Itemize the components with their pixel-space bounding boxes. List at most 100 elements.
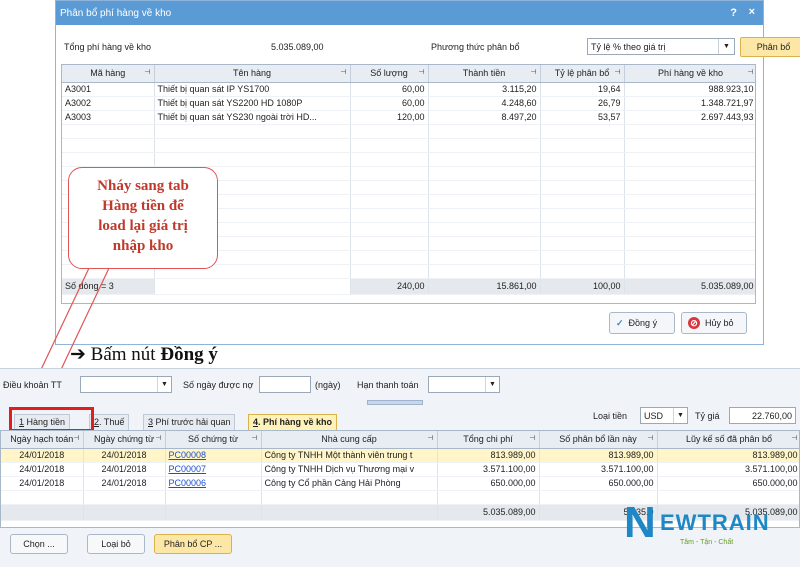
table-row[interactable]: 24/01/2018 24/01/2018 PC00006 Công ty Cổ… <box>1 476 799 491</box>
col-header[interactable]: Ngày chứng từ ⊣ <box>83 431 166 449</box>
callout-box: Nháy sang tab Hàng tiền để load lại giá … <box>68 167 218 269</box>
days-label: Số ngày được nợ <box>183 380 254 390</box>
cell-post-date: 24/01/2018 <box>1 476 84 491</box>
cell-total: 3.571.100,00 <box>437 462 540 477</box>
table-row[interactable]: A3001 Thiết bị quan sát IP YS1700 60,00 … <box>62 82 755 97</box>
cell-doc-date: 24/01/2018 <box>83 476 166 491</box>
table-row[interactable]: 24/01/2018 24/01/2018 PC00007 Công ty TN… <box>1 462 799 477</box>
cancel-button[interactable]: ⊘ Hủy bỏ <box>681 312 747 334</box>
total-cost-label: Tổng phí hàng về kho <box>64 42 152 52</box>
col-header[interactable]: Phí hàng về kho ⊣ <box>624 65 755 83</box>
cell-doc-no[interactable]: PC00007 <box>165 462 262 477</box>
currency-label: Loại tiền <box>593 411 628 421</box>
col-header[interactable]: Ngày hạch toán ⊣ <box>1 431 84 449</box>
close-icon[interactable]: × <box>749 6 755 18</box>
cell-doc-date: 24/01/2018 <box>83 448 166 463</box>
pin-icon[interactable]: ⊣ <box>340 68 346 76</box>
col-header[interactable]: Số lượng ⊣ <box>350 65 429 83</box>
splitter-handle[interactable] <box>367 400 423 405</box>
empty-row <box>62 124 755 139</box>
pin-icon[interactable]: ⊣ <box>73 434 79 442</box>
tab-pre-customs-fee[interactable]: 3 Phí trước hải quan <box>143 414 236 430</box>
col-header[interactable]: Tỷ lệ phân bổ ⊣ <box>540 65 625 83</box>
tab-highlight <box>9 407 94 432</box>
footer-ratio: 100,00 <box>540 277 625 295</box>
col-header[interactable]: Số chứng từ ⊣ <box>165 431 262 449</box>
cell-qty: 120,00 <box>350 110 429 125</box>
cell-ratio: 53,57 <box>540 110 625 125</box>
cell-ratio: 19,64 <box>540 82 625 97</box>
cell-alloc[interactable]: 813.989,00 <box>539 448 658 463</box>
table-row[interactable]: A3002 Thiết bị quan sát YS2200 HD 1080P … <box>62 96 755 111</box>
method-value: Tỷ lệ % theo giá trị <box>591 42 666 52</box>
table-row[interactable]: A3003 Thiết bị quan sát YS230 ngoài trời… <box>62 110 755 125</box>
cell-doc-date: 24/01/2018 <box>83 462 166 477</box>
days-input[interactable] <box>259 376 311 393</box>
due-date-input[interactable]: ▼ <box>428 376 500 393</box>
cell-name: Thiết bị quan sát YS2200 HD 1080P <box>154 96 351 111</box>
arrow-icon: ➔ <box>70 344 86 365</box>
col-header[interactable]: Nhà cung cấp ⊣ <box>261 431 438 449</box>
pin-icon[interactable]: ⊣ <box>427 434 433 442</box>
check-icon: ✓ <box>616 318 624 328</box>
method-select[interactable]: Tỷ lệ % theo giá trị ▼ <box>587 38 735 55</box>
dialog-title: Phân bổ phí hàng về kho <box>56 1 763 25</box>
chevron-down-icon[interactable]: ▼ <box>718 39 734 54</box>
allocate-button[interactable]: Phân bổ <box>740 37 800 57</box>
col-header[interactable]: Lũy kế số đã phân bổ ⊣ <box>657 431 799 449</box>
chevron-down-icon[interactable]: ▼ <box>157 377 171 392</box>
footer-cell <box>154 277 351 295</box>
pin-icon[interactable]: ⊣ <box>647 434 653 442</box>
row-count: Số dòng = 3 <box>62 277 155 295</box>
pin-icon[interactable]: ⊣ <box>530 68 536 76</box>
grid-footer: Số dòng = 3 240,00 15.861,00 100,00 5.03… <box>62 277 755 295</box>
pin-icon[interactable]: ⊣ <box>144 68 150 76</box>
table-row[interactable]: 24/01/2018 24/01/2018 PC00008 Công ty TN… <box>1 448 799 463</box>
tab-tax[interactable]: 2. Thuế <box>89 414 130 430</box>
cell-total: 813.989,00 <box>437 448 540 463</box>
cell-name: Thiết bị quan sát YS230 ngoài trời HD... <box>154 110 351 125</box>
chevron-down-icon[interactable]: ▼ <box>485 377 499 392</box>
col-header[interactable]: Số phân bổ lần này ⊣ <box>539 431 658 449</box>
allocate-cost-button[interactable]: Phân bổ CP ... <box>154 534 232 554</box>
pin-icon[interactable]: ⊣ <box>251 434 257 442</box>
pin-icon[interactable]: ⊣ <box>614 68 620 76</box>
empty-row <box>62 152 755 167</box>
cell-amount: 4.248,60 <box>428 96 541 111</box>
rate-input[interactable]: 22.760,00 <box>729 407 796 424</box>
col-header[interactable]: Thành tiền ⊣ <box>428 65 541 83</box>
col-header[interactable]: Tên hàng ⊣ <box>154 65 351 83</box>
footer-total: 5.035.089,00 <box>437 503 540 521</box>
ok-button[interactable]: ✓ Đồng ý <box>609 312 675 334</box>
pin-icon[interactable]: ⊣ <box>747 68 753 76</box>
remove-button[interactable]: Loại bỏ <box>87 534 145 554</box>
currency-select[interactable]: USD ▼ <box>640 407 688 424</box>
cell-fee: 988.923,10 <box>624 82 755 97</box>
terms-select[interactable]: ▼ <box>80 376 172 393</box>
col-header[interactable]: Tổng chi phí ⊣ <box>437 431 540 449</box>
choose-button[interactable]: Chọn ... <box>10 534 68 554</box>
empty-row <box>62 138 755 153</box>
cell-doc-no[interactable]: PC00006 <box>165 476 262 491</box>
chevron-down-icon[interactable]: ▼ <box>673 408 687 423</box>
pin-icon[interactable]: ⊣ <box>418 68 424 76</box>
cell-post-date: 24/01/2018 <box>1 462 84 477</box>
tab-warehouse-fee[interactable]: 4. Phí hàng về kho <box>248 414 338 430</box>
logo-text: EWTRAIN <box>660 510 770 535</box>
cell-doc-no[interactable]: PC00008 <box>165 448 262 463</box>
help-icon[interactable]: ? <box>730 7 737 19</box>
footer-cell <box>1 503 84 521</box>
cell-alloc[interactable]: 650.000,00 <box>539 476 658 491</box>
rate-label: Tỷ giá <box>695 411 720 421</box>
cell-code: A3001 <box>62 82 155 97</box>
pin-icon[interactable]: ⊣ <box>529 434 535 442</box>
pin-icon[interactable]: ⊣ <box>155 434 161 442</box>
cell-cumulative: 650.000,00 <box>657 476 799 491</box>
logo-letter: N <box>624 498 656 547</box>
pin-icon[interactable]: ⊣ <box>791 434 797 442</box>
footer-fee: 5.035.089,00 <box>624 277 755 295</box>
col-header[interactable]: Mã hàng ⊣ <box>62 65 155 83</box>
cell-alloc[interactable]: 3.571.100,00 <box>539 462 658 477</box>
ok-label: Đồng ý <box>628 318 658 328</box>
cancel-label: Hủy bỏ <box>705 318 734 328</box>
